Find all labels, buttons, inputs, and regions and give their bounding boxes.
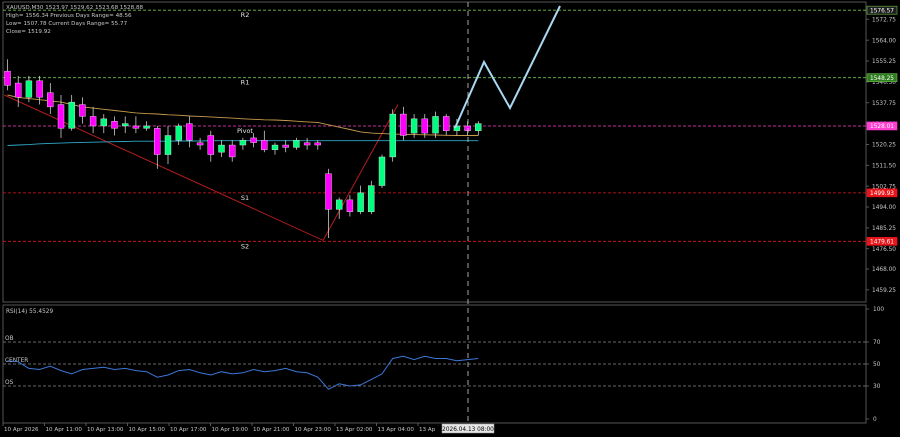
price-tick-label: 1476.50 — [872, 247, 896, 253]
candle-body — [25, 80, 33, 98]
level-label-s2: S2 — [241, 242, 249, 250]
candle-body — [121, 123, 129, 127]
candle-body — [228, 144, 236, 158]
candle-body — [303, 142, 311, 146]
candle-body — [186, 123, 193, 141]
price-tick-label: 1520.25 — [872, 143, 896, 149]
rsi-tick-label: 50 — [873, 362, 881, 368]
candle-body — [143, 125, 150, 129]
price-tick-label: 1485.25 — [872, 226, 896, 232]
crosshair-time-tag: 2026.04.13 08:00 — [441, 423, 495, 434]
candle-body — [378, 156, 386, 186]
rsi-tick-label: 100 — [873, 307, 884, 313]
candle-body — [57, 104, 65, 129]
candle-body — [14, 82, 22, 98]
candle-body — [314, 142, 321, 146]
candle[interactable] — [389, 109, 396, 162]
level-label-pivot: Pivot — [237, 127, 253, 135]
chart-canvas[interactable]: XAUUSD,M30 1523.97 1529.62 1523.68 1528.… — [0, 0, 900, 437]
rsi-level-label-ob: OB — [5, 336, 14, 342]
rsi-tick-label: 30 — [873, 384, 881, 390]
low-range-info: Low= 1507.78 Current Days Range= 55.77 — [6, 21, 128, 27]
candle-body — [293, 140, 300, 148]
time-tick-label: 10 Apr 15:00 — [129, 427, 166, 433]
candle-body — [346, 199, 354, 212]
rsi-title: RSI(14) 55.4529 — [6, 309, 53, 315]
time-tick-label: 13 Apr 02:00 — [336, 427, 373, 433]
price-tick-label: 1511.50 — [872, 164, 896, 170]
candle-body — [175, 125, 182, 141]
candle-body — [239, 140, 247, 146]
level-price-tag-s2: 1479.61 — [866, 237, 898, 246]
close-info: Close= 1519.92 — [6, 29, 51, 35]
rsi-level-label-os: OS — [5, 380, 14, 386]
price-tick-label: 1564.00 — [872, 38, 896, 44]
price-tick-label: 1572.75 — [872, 17, 896, 23]
level-price-text: 1479.61 — [870, 240, 894, 246]
price-tick-label: 1555.25 — [872, 59, 896, 65]
level-label-r1: R1 — [241, 79, 250, 87]
candle-body — [368, 185, 375, 212]
candle-body — [432, 116, 439, 134]
rsi-tick-label: 0 — [873, 417, 877, 423]
candle-body — [207, 135, 215, 155]
candle-body — [336, 199, 343, 210]
price-tick-label: 1494.00 — [872, 205, 896, 211]
time-tick-label: 10 Apr 11:00 — [46, 427, 83, 433]
candle-body — [282, 144, 289, 148]
candle-body — [250, 137, 257, 143]
level-price-tag-r1: 1548.25 — [866, 73, 898, 82]
level-price-tag-pivot: 1528.01 — [866, 121, 898, 131]
candle-body — [68, 101, 75, 129]
level-price-text: 1576.57 — [870, 8, 894, 14]
level-label-s1: S1 — [241, 194, 249, 202]
candle-body — [154, 128, 161, 155]
level-price-text: 1499.93 — [870, 191, 894, 197]
crosshair-time-text: 2026.04.13 08:00 — [442, 427, 494, 433]
high-range-info: High= 1556.34 Previous Days Range= 48.56 — [6, 13, 132, 19]
price-tick-label: 1459.25 — [872, 288, 896, 294]
candle-body — [261, 140, 268, 151]
candle-body — [196, 142, 204, 146]
level-price-text: 1528.01 — [870, 124, 894, 130]
trading-chart-window[interactable]: XAUUSD,M30 1523.97 1529.62 1523.68 1528.… — [0, 0, 900, 437]
candle-body — [271, 144, 279, 151]
time-tick-label: 10 Apr 21:00 — [253, 427, 290, 433]
candle-body — [325, 173, 332, 210]
time-tick-label: 10 Apr 13:00 — [87, 427, 124, 433]
candle[interactable] — [368, 180, 375, 215]
level-price-tag-r2: 1576.57 — [866, 5, 898, 15]
candle-body — [79, 104, 86, 117]
candle-body — [164, 135, 172, 155]
candle-body — [218, 144, 225, 153]
candle-body — [47, 92, 54, 108]
level-price-tag-s1: 1499.93 — [866, 188, 898, 198]
candle-body — [132, 125, 140, 129]
time-tick-label: 10 Apr 23:00 — [295, 427, 332, 433]
price-tick-label: 1468.00 — [872, 267, 896, 273]
time-tick-label: 10 Apr 2026 — [4, 427, 39, 433]
candle-body — [443, 116, 450, 131]
candle-body — [421, 118, 428, 134]
candle-body — [357, 192, 364, 212]
candle-body — [100, 118, 108, 127]
candle-body — [4, 70, 11, 86]
time-tick-label: 13 Apr 04:00 — [378, 427, 415, 433]
candle-body — [89, 116, 97, 127]
time-tick-label: 10 Apr 17:00 — [170, 427, 207, 433]
candle-body — [111, 120, 118, 129]
candle-body — [400, 113, 407, 136]
chart-background — [0, 0, 900, 437]
candle-body — [410, 118, 418, 134]
level-price-text: 1548.25 — [870, 76, 894, 82]
rsi-tick-label: 70 — [873, 340, 881, 346]
candle-body — [36, 80, 43, 98]
time-tick-label: 10 Apr 19:00 — [212, 427, 249, 433]
price-tick-label: 1537.75 — [872, 101, 896, 107]
time-tick-label: 13 Ap — [419, 427, 436, 433]
candle[interactable] — [378, 154, 386, 188]
level-label-r2: R2 — [241, 11, 250, 19]
candle-body — [389, 113, 396, 158]
candle-body — [475, 123, 482, 131]
